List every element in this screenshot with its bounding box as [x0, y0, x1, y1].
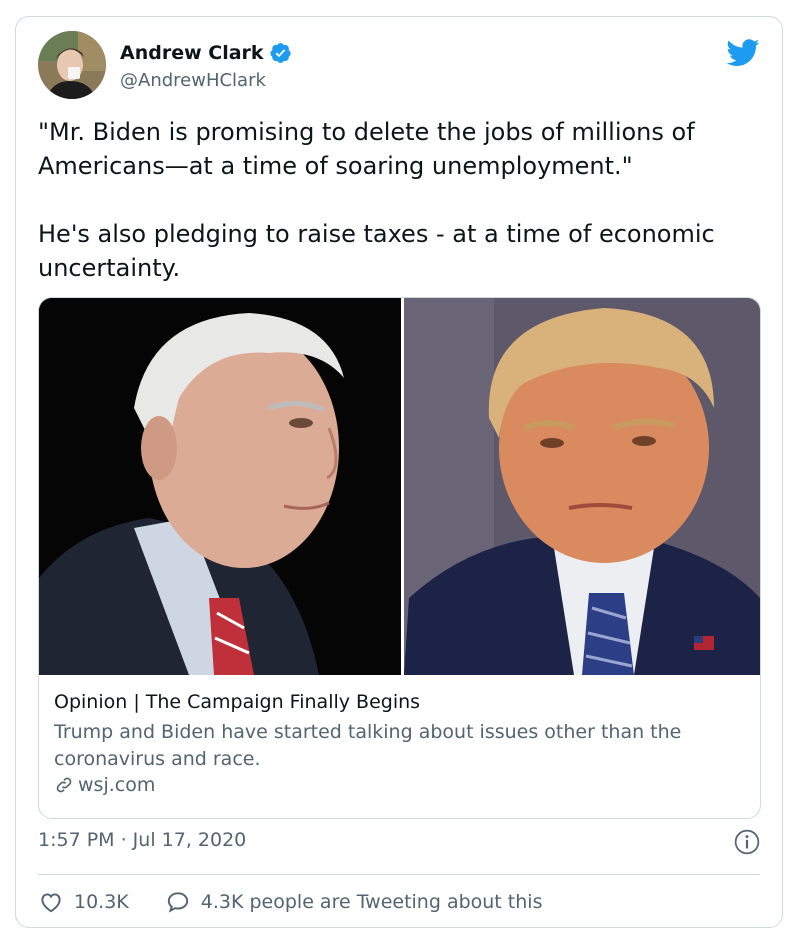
twitter-bird-icon[interactable] [726, 39, 760, 67]
divider [38, 874, 760, 875]
link-title[interactable]: Opinion | The Campaign Finally Begins [54, 691, 420, 713]
author-name-row[interactable]: Andrew Clark [120, 42, 292, 64]
author-name[interactable]: Andrew Clark [120, 42, 264, 64]
speech-bubble-icon [167, 892, 188, 913]
verified-badge-icon [270, 43, 291, 63]
photo-biden [39, 298, 401, 675]
link-description: Trump and Biden have started talking abo… [54, 721, 682, 770]
author-handle[interactable]: @AndrewHClark [120, 70, 266, 91]
info-icon[interactable] [734, 829, 760, 855]
tweeting-about-button[interactable]: 4.3K people are Tweeting about this [165, 889, 543, 915]
like-count: 10.3K [74, 891, 129, 913]
tweeting-count: 4.3K people are Tweeting about this [200, 891, 543, 913]
tweet-text: "Mr. Biden is promising to delete the jo… [38, 118, 715, 282]
photo-trump [404, 298, 760, 675]
avatar[interactable] [38, 31, 106, 99]
link-preview-image[interactable] [39, 298, 760, 675]
tweet-card[interactable]: Andrew Clark @AndrewHClark "Mr. Biden is… [15, 16, 783, 928]
link-domain-row[interactable]: wsj.com [54, 774, 155, 796]
tweet-timestamp[interactable]: 1:57 PM · Jul 17, 2020 [38, 829, 246, 851]
like-button[interactable]: 10.3K [38, 889, 129, 915]
tweet-actions: 10.3K 4.3K people are Tweeting about thi… [38, 884, 578, 920]
link-domain[interactable]: wsj.com [78, 774, 155, 796]
link-preview-card[interactable]: Opinion | The Campaign Finally Begins Tr… [38, 297, 761, 819]
link-icon [56, 777, 72, 793]
heart-icon [41, 893, 61, 913]
